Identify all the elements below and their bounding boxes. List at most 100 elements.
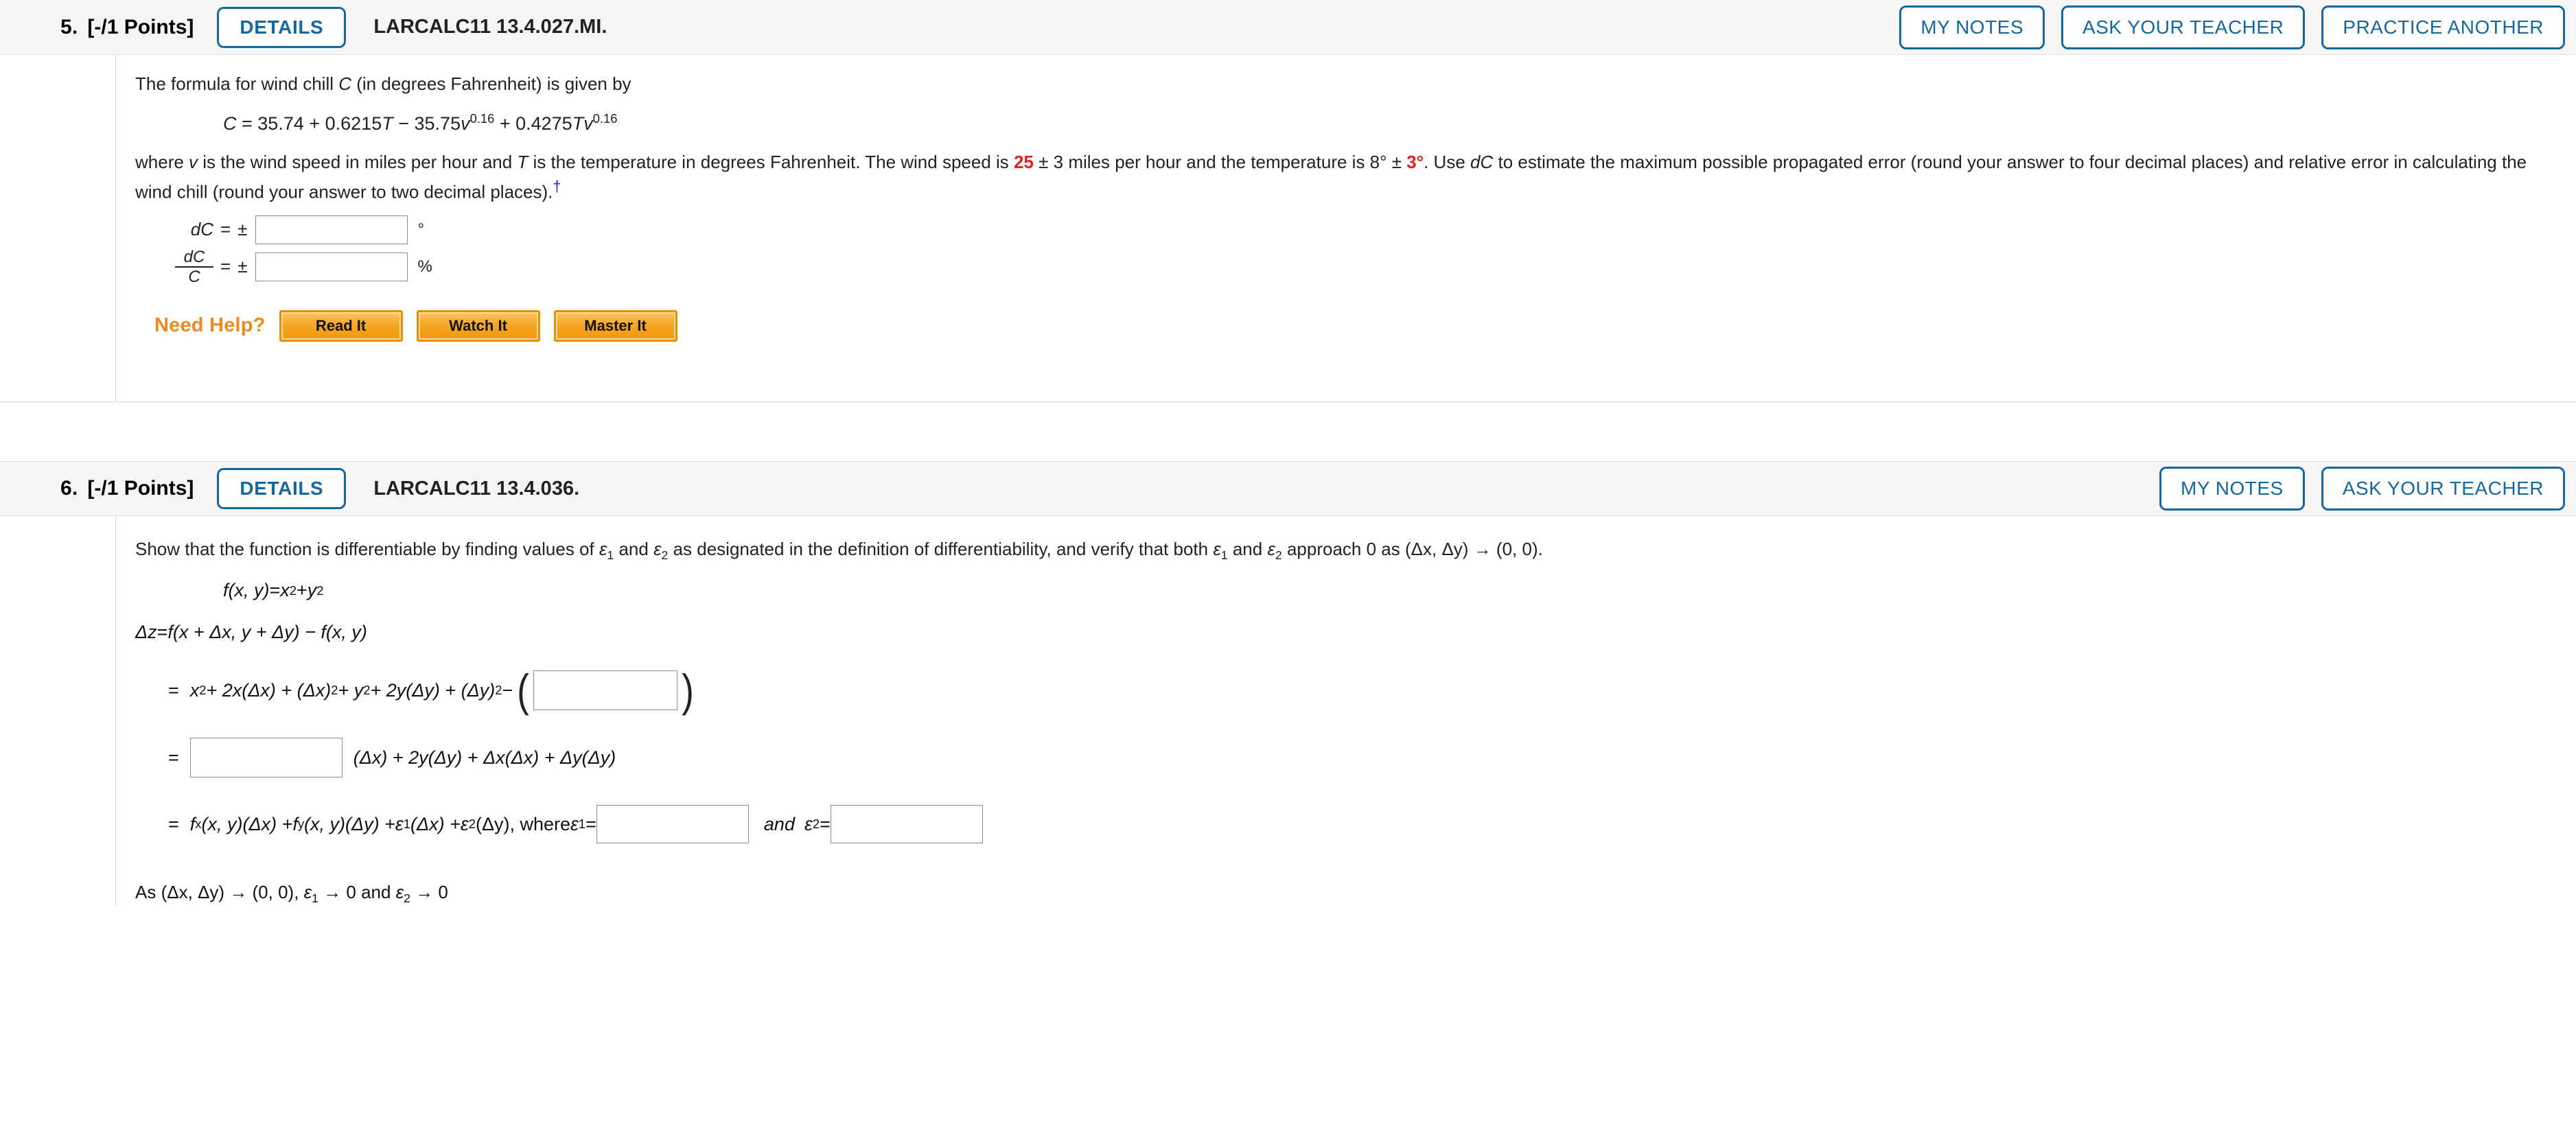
fraction-numerator: dC [183, 247, 205, 266]
function-definition: f(x, y) = x2 + y2 [223, 580, 2576, 601]
problem-6: 6. [-/1 Points] DETAILS LARCALC11 13.4.0… [0, 461, 2576, 906]
intro-text-a: The formula for wind chill [135, 73, 339, 94]
statement-var-t: T [517, 151, 529, 172]
epsilon-2-input[interactable] [830, 805, 983, 843]
expansion-1-input[interactable] [533, 670, 678, 710]
limit-conclusion: As (Δx, Δy) → (0, 0), ε1 → 0 and ε2 → 0 [135, 882, 2576, 906]
practice-another-button[interactable]: PRACTICE ANOTHER [2321, 5, 2565, 49]
read-it-button[interactable]: Read It [279, 309, 403, 342]
expansion-1-minus: − [502, 679, 513, 701]
formula-plus-1: + [303, 113, 325, 134]
statement-part-2: is the wind speed in miles per hour and [198, 151, 518, 172]
watch-it-button[interactable]: Watch It [416, 309, 540, 342]
where-eps2-sub: 2 [812, 817, 820, 831]
details-button[interactable]: DETAILS [217, 468, 347, 509]
answer-plusminus-relative: ± [237, 256, 248, 277]
partial-f-y-sub: y [297, 817, 305, 831]
details-button[interactable]: DETAILS [217, 6, 347, 48]
formula-var-2: T [382, 113, 393, 134]
function-lhs: f(x, y) [223, 580, 270, 600]
expansion-1-term-b: + 2x(Δx) + (Δx) [206, 679, 332, 701]
statement-part-4: ± 3 miles per hour and the temperature i… [1033, 151, 1407, 172]
question-part-2: and [614, 539, 654, 559]
problem-6-body: Show that the function is differentiable… [115, 516, 2576, 906]
delta-z-equals: = [156, 622, 168, 642]
delta-z-rhs: f(x + Δx, y + Δy) − f(x, y) [167, 622, 367, 642]
expansion-line-2: = (Δx) + 2y(Δy) + Δx(Δx) + Δy(Δy) [168, 738, 2576, 777]
expansion-line-3: = f x (x, y)(Δx) + f y (x, y)(Δy) + ε 1 (Δx) + … [168, 805, 2576, 843]
function-term-x: x [280, 580, 290, 600]
question-epsilon-1b: ε [1213, 539, 1221, 559]
question-epsilon-2b-sub: 2 [1275, 548, 1282, 563]
my-notes-button[interactable]: MY NOTES [1899, 5, 2045, 49]
need-help-row: Need Help? Read It Watch It Master It [154, 309, 2576, 342]
problem-points: [-/1 Points] [87, 15, 194, 38]
answer-row-dc: dC = ± ° [175, 215, 2576, 244]
expansion-3-term-2: (x, y)(Δy) + [304, 813, 395, 834]
expansion-3-term-1: (x, y)(Δx) + [201, 813, 293, 834]
where-eps2-equals: = [820, 813, 831, 834]
answer-equals-dc: = [220, 219, 231, 240]
footnote-dagger-link[interactable]: † [553, 178, 561, 195]
formula-coef-3: 35.75 [414, 113, 461, 134]
question-epsilon-1b-sub: 1 [1220, 548, 1228, 563]
function-exp-x: 2 [289, 583, 297, 598]
expansion-3-eps1: ε [395, 813, 404, 834]
question-epsilon-2: ε [653, 539, 662, 559]
formula-term-1: 35.74 [257, 113, 304, 134]
answer-plusminus-dc: ± [237, 219, 248, 240]
question-epsilon-1-sub: 1 [607, 548, 614, 563]
wind-chill-problem-statement: where v is the wind speed in miles per h… [135, 150, 2558, 206]
intro-text-b: (in degrees Fahrenheit) is given by [351, 73, 631, 94]
need-help-label: Need Help? [154, 314, 266, 337]
formula-minus-1: − [393, 113, 415, 134]
problem-code: LARCALC11 13.4.027.MI. [373, 16, 607, 38]
formula-coef-4: 0.4275 [515, 113, 572, 134]
expansion-3-term-3: (Δx) + [410, 813, 461, 834]
wind-chill-intro: The formula for wind chill C (in degrees… [135, 71, 2558, 97]
formula-lhs: C [223, 113, 237, 134]
header-actions: MY NOTES ASK YOUR TEACHER PRACTICE ANOTH… [1899, 5, 2565, 49]
question-epsilon-1: ε [599, 539, 607, 559]
answer-row-relative-error: dC C = ± % [175, 248, 2576, 285]
statement-var-v: v [189, 151, 198, 172]
conclusion-part-3: → 0 [410, 882, 448, 902]
delta-z-lhs: Δz [135, 622, 157, 642]
dc-answer-input[interactable] [255, 215, 408, 244]
ask-your-teacher-button[interactable]: ASK YOUR TEACHER [2061, 5, 2306, 49]
formula-equals: = [236, 113, 258, 134]
answer-unit-percent: % [417, 257, 432, 276]
problem-number: 6. [60, 477, 78, 500]
function-equals: = [269, 580, 281, 600]
delta-z-definition: Δz = f(x + Δx, y + Δy) − f(x, y) [135, 622, 2576, 643]
statement-part-5: . Use [1424, 151, 1471, 172]
expansion-2-tail: (Δx) + 2y(Δy) + Δx(Δx) + Δy(Δy) [353, 747, 616, 768]
expansion-3-eps2: ε [460, 813, 469, 834]
wind-speed-value: 25 [1014, 151, 1034, 172]
expansion-2-input[interactable] [189, 738, 343, 777]
where-eps2: ε [804, 813, 813, 834]
relative-error-answer-input[interactable] [255, 252, 408, 281]
conclusion-eps1: ε [303, 882, 312, 902]
expansion-1-sup-a: 2 [199, 683, 207, 697]
header-actions: MY NOTES ASK YOUR TEACHER [2159, 467, 2565, 511]
question-part-4: and [1227, 539, 1268, 559]
problem-5-header: 5. [-/1 Points] DETAILS LARCALC11 13.4.0… [0, 0, 2576, 55]
problem-points: [-/1 Points] [87, 477, 194, 500]
epsilon-1-input[interactable] [596, 805, 749, 843]
conclusion-part-2: → 0 and [318, 882, 396, 902]
question-part-5: approach 0 as (Δx, Δy) → (0, 0). [1281, 539, 1543, 559]
ask-your-teacher-button[interactable]: ASK YOUR TEACHER [2321, 467, 2565, 511]
my-notes-button[interactable]: MY NOTES [2159, 467, 2305, 511]
formula-var-3: v [461, 113, 470, 134]
master-it-button[interactable]: Master It [553, 309, 677, 342]
expansion-1-equals: = [168, 679, 179, 701]
where-eps1-sub: 1 [578, 817, 586, 831]
temperature-tolerance-value: 3° [1406, 151, 1424, 172]
expansion-3-equals: = [168, 813, 179, 834]
conclusion-part-1: As (Δx, Δy) → (0, 0), [135, 882, 304, 902]
wind-chill-formula: C = 35.74 + 0.6215T − 35.75v0.16 + 0.427… [223, 111, 2576, 134]
expansion-1-term-d: + 2y(Δy) + (Δy) [370, 679, 496, 701]
formula-var-4: Tv [572, 113, 593, 134]
question-part-1: Show that the function is differentiable… [135, 539, 599, 559]
